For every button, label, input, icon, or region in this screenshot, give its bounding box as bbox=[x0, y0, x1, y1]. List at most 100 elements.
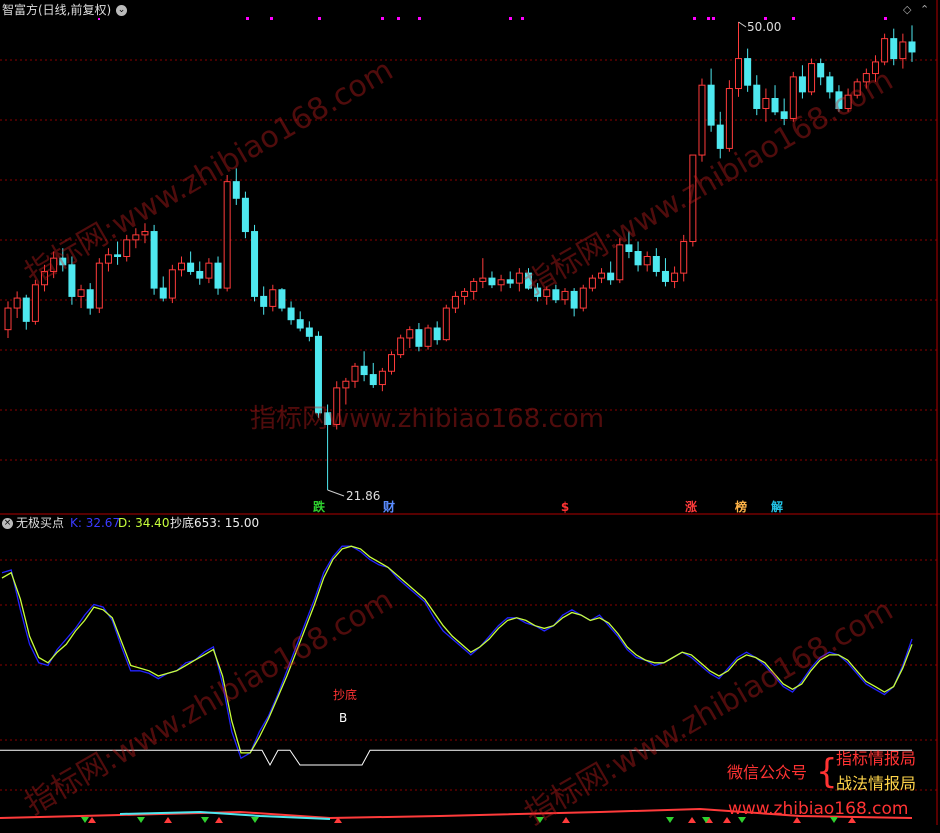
marker-dot bbox=[521, 17, 524, 20]
candle-body bbox=[4, 307, 12, 331]
candle-body bbox=[433, 327, 441, 341]
candle-body bbox=[241, 197, 249, 233]
account-name-2: 战法情报局 bbox=[836, 774, 917, 793]
buy-arrow bbox=[688, 817, 696, 823]
chart-title: 智富方(日线,前复权) bbox=[2, 3, 112, 17]
candle-body bbox=[187, 262, 195, 272]
sell-arrow bbox=[251, 817, 259, 823]
high-price-label: 50.00 bbox=[747, 20, 782, 34]
candle-body bbox=[77, 289, 85, 297]
buy-arrow bbox=[215, 817, 223, 823]
candle-body bbox=[607, 272, 615, 281]
candle-body bbox=[634, 251, 642, 266]
candle-body bbox=[397, 337, 405, 356]
candle-body bbox=[378, 370, 386, 386]
candle-body bbox=[570, 290, 578, 309]
marker-dot bbox=[318, 17, 321, 20]
event-rise-marker[interactable]: 涨 bbox=[683, 500, 699, 515]
high-annotation-line bbox=[738, 21, 747, 28]
candle-body bbox=[232, 181, 240, 199]
candle-body bbox=[22, 297, 30, 322]
candle-body bbox=[680, 241, 688, 274]
marker-dot bbox=[707, 17, 710, 20]
wechat-label: 微信公众号 bbox=[727, 763, 808, 782]
k-value-label: K: 32.67 bbox=[70, 516, 121, 530]
candle-body bbox=[196, 270, 204, 279]
candle-body bbox=[461, 290, 469, 297]
candle-body bbox=[205, 262, 213, 279]
marker-dot bbox=[418, 17, 421, 20]
candle-body bbox=[753, 84, 761, 109]
candle-body bbox=[762, 98, 770, 109]
marker-dot bbox=[712, 17, 715, 20]
low-price-label: 21.86 bbox=[346, 489, 381, 503]
candle-body bbox=[735, 58, 743, 90]
candle-body bbox=[342, 380, 350, 389]
candle-body bbox=[360, 365, 368, 376]
bottom-value-label: 抄底653: 15.00 bbox=[170, 516, 260, 530]
candle-body bbox=[881, 38, 889, 63]
marker-dot bbox=[98, 18, 100, 20]
candle-body bbox=[707, 84, 715, 126]
event-dollar-marker[interactable]: $ bbox=[557, 500, 573, 515]
candle-body bbox=[698, 84, 706, 156]
marker-dot bbox=[884, 17, 887, 20]
candle-body bbox=[470, 280, 478, 292]
candle-body bbox=[168, 269, 176, 299]
candle-body bbox=[771, 98, 779, 113]
candle-body bbox=[296, 319, 304, 329]
diamond-icon[interactable]: ◇ bbox=[903, 3, 911, 17]
candle-body bbox=[671, 272, 679, 282]
candle-body bbox=[588, 277, 596, 289]
candle-body bbox=[406, 329, 414, 339]
candle-body bbox=[177, 262, 185, 271]
candle-body bbox=[479, 277, 487, 282]
candle-body bbox=[451, 295, 459, 309]
candle-body bbox=[643, 255, 651, 266]
sell-arrow bbox=[201, 817, 209, 823]
candle-body bbox=[661, 270, 669, 282]
candle-body bbox=[424, 327, 432, 347]
candle-body bbox=[86, 289, 94, 309]
event-finance-marker[interactable]: 财 bbox=[381, 500, 397, 515]
candle-body bbox=[214, 262, 222, 289]
indicator-name: 无极买点 bbox=[16, 516, 65, 530]
candle-body bbox=[579, 287, 587, 309]
candle-body bbox=[808, 63, 816, 93]
event-unlock-marker[interactable]: 解 bbox=[769, 500, 785, 515]
marker-dot bbox=[509, 17, 512, 20]
candle-body bbox=[223, 181, 231, 289]
watermark-brand: 指标网www.zhibiao168.com bbox=[250, 404, 605, 434]
candle-body bbox=[251, 231, 259, 297]
candle-body bbox=[817, 63, 825, 78]
candle-body bbox=[415, 329, 423, 347]
candle-body bbox=[488, 277, 496, 286]
candle-body bbox=[388, 354, 396, 372]
sell-arrow bbox=[137, 817, 145, 823]
low-annotation-line bbox=[327, 489, 345, 497]
candle-body bbox=[269, 289, 277, 307]
candle-body bbox=[598, 272, 606, 279]
candle-body bbox=[114, 254, 122, 257]
brace-icon: { bbox=[816, 752, 838, 792]
candle-body bbox=[798, 76, 806, 93]
marker-dot bbox=[246, 17, 249, 20]
candle-body bbox=[561, 290, 569, 301]
candle-body bbox=[95, 262, 103, 309]
marker-dot bbox=[792, 17, 795, 20]
candle-body bbox=[305, 327, 313, 337]
chevron-down-icon[interactable]: ⌄ bbox=[116, 5, 127, 16]
candle-body bbox=[369, 374, 377, 386]
candle-body bbox=[104, 254, 112, 264]
sell-arrow bbox=[81, 817, 89, 823]
candle-body bbox=[260, 295, 268, 307]
collapse-up-icon[interactable]: ⌃ bbox=[920, 3, 929, 17]
candle-body bbox=[442, 307, 450, 341]
marker-dot bbox=[381, 17, 384, 20]
event-ranking-marker[interactable]: 榜 bbox=[733, 500, 749, 515]
close-icon[interactable]: × bbox=[2, 518, 13, 529]
promo-site: www.zhibiao168.com bbox=[728, 799, 909, 819]
candle-body bbox=[899, 41, 907, 60]
event-fall-marker[interactable]: 跌 bbox=[311, 500, 327, 515]
marker-dot bbox=[693, 17, 696, 20]
